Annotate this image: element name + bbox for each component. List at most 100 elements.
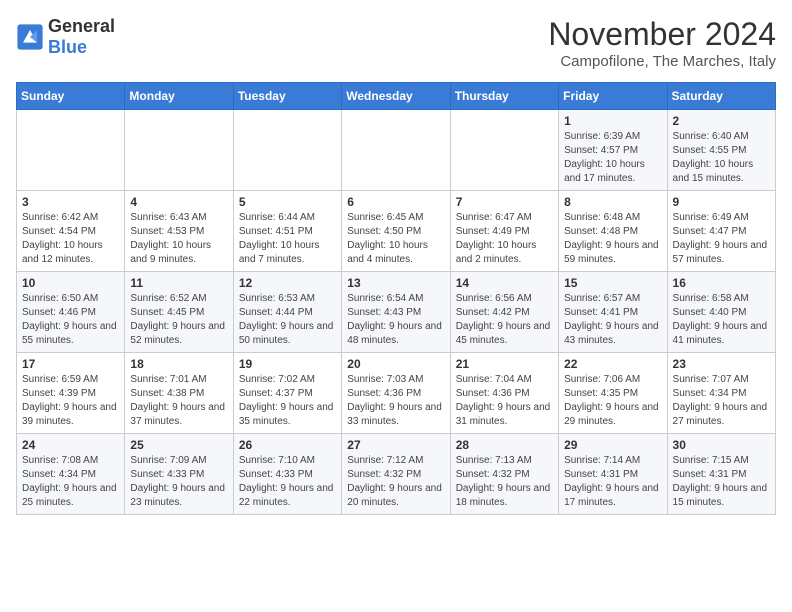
location-subtitle: Campofilone, The Marches, Italy [548, 53, 776, 70]
calendar-cell: 12 Sunrise: 6:53 AM Sunset: 4:44 PM Dayli… [233, 272, 341, 353]
calendar-cell [17, 110, 125, 191]
week-row-3: 10Sunrise: 6:50 AM Sunset: 4:46 PM Dayli… [17, 272, 776, 353]
day-info: Sunrise: 6:43 AM Sunset: 4:53 PM Dayligh… [130, 211, 227, 267]
day-info: Sunrise: 7:13 AM Sunset: 4:32 PM Dayligh… [456, 454, 553, 510]
day-info: Sunrise: 7:08 AM Sunset: 4:34 PM Dayligh… [22, 454, 119, 510]
day-number: 10 [22, 276, 119, 290]
header-row: SundayMondayTuesdayWednesdayThursdayFrid… [17, 83, 776, 110]
day-info: Sunrise: 6:52 AM Sunset: 4:45 PM Dayligh… [130, 292, 227, 348]
calendar-cell: 20Sunrise: 7:03 AM Sunset: 4:36 PM Dayli… [342, 353, 450, 434]
day-number: 26 [239, 438, 336, 452]
day-number: 22 [564, 357, 661, 371]
day-info: Sunrise: 6:53 AM Sunset: 4:44 PM Dayligh… [239, 292, 336, 348]
calendar-cell: 2 Sunrise: 6:40 AM Sunset: 4:55 PM Daylig… [667, 110, 775, 191]
day-number: 8 [564, 195, 661, 209]
day-number: 20 [347, 357, 444, 371]
day-info: Sunrise: 6:47 AM Sunset: 4:49 PM Dayligh… [456, 211, 553, 267]
day-info: Sunrise: 6:45 AM Sunset: 4:50 PM Dayligh… [347, 211, 444, 267]
day-number: 9 [673, 195, 770, 209]
calendar-cell: 30Sunrise: 7:15 AM Sunset: 4:31 PM Dayli… [667, 434, 775, 515]
day-number: 27 [347, 438, 444, 452]
month-title: November 2024 [548, 16, 776, 53]
calendar-cell: 21 Sunrise: 7:04 AM Sunset: 4:36 PM Dayli… [450, 353, 558, 434]
page-header: General Blue November 2024 Campofilone, … [16, 16, 776, 70]
calendar-cell: 22 Sunrise: 7:06 AM Sunset: 4:35 PM Dayli… [559, 353, 667, 434]
calendar-cell: 4 Sunrise: 6:43 AM Sunset: 4:53 PM Daylig… [125, 191, 233, 272]
logo-icon [16, 23, 44, 51]
calendar-cell: 29 Sunrise: 7:14 AM Sunset: 4:31 PM Dayli… [559, 434, 667, 515]
header-day-monday: Monday [125, 83, 233, 110]
day-info: Sunrise: 6:44 AM Sunset: 4:51 PM Dayligh… [239, 211, 336, 267]
day-number: 19 [239, 357, 336, 371]
calendar-cell: 8 Sunrise: 6:48 AM Sunset: 4:48 PM Daylig… [559, 191, 667, 272]
day-number: 5 [239, 195, 336, 209]
day-info: Sunrise: 6:56 AM Sunset: 4:42 PM Dayligh… [456, 292, 553, 348]
calendar-cell: 17Sunrise: 6:59 AM Sunset: 4:39 PM Dayli… [17, 353, 125, 434]
calendar-cell: 7 Sunrise: 6:47 AM Sunset: 4:49 PM Daylig… [450, 191, 558, 272]
day-info: Sunrise: 6:54 AM Sunset: 4:43 PM Dayligh… [347, 292, 444, 348]
day-number: 11 [130, 276, 227, 290]
calendar-cell: 11 Sunrise: 6:52 AM Sunset: 4:45 PM Dayli… [125, 272, 233, 353]
day-info: Sunrise: 6:58 AM Sunset: 4:40 PM Dayligh… [673, 292, 770, 348]
day-number: 4 [130, 195, 227, 209]
calendar-cell: 9Sunrise: 6:49 AM Sunset: 4:47 PM Daylig… [667, 191, 775, 272]
day-number: 23 [673, 357, 770, 371]
day-info: Sunrise: 7:06 AM Sunset: 4:35 PM Dayligh… [564, 373, 661, 429]
day-info: Sunrise: 6:57 AM Sunset: 4:41 PM Dayligh… [564, 292, 661, 348]
day-info: Sunrise: 7:02 AM Sunset: 4:37 PM Dayligh… [239, 373, 336, 429]
header-day-friday: Friday [559, 83, 667, 110]
day-info: Sunrise: 7:01 AM Sunset: 4:38 PM Dayligh… [130, 373, 227, 429]
calendar-cell: 24 Sunrise: 7:08 AM Sunset: 4:34 PM Dayli… [17, 434, 125, 515]
week-row-5: 24 Sunrise: 7:08 AM Sunset: 4:34 PM Dayli… [17, 434, 776, 515]
calendar-cell: 15 Sunrise: 6:57 AM Sunset: 4:41 PM Dayli… [559, 272, 667, 353]
week-row-2: 3Sunrise: 6:42 AM Sunset: 4:54 PM Daylig… [17, 191, 776, 272]
day-number: 7 [456, 195, 553, 209]
week-row-1: 1Sunrise: 6:39 AM Sunset: 4:57 PM Daylig… [17, 110, 776, 191]
calendar-cell: 6Sunrise: 6:45 AM Sunset: 4:50 PM Daylig… [342, 191, 450, 272]
calendar-cell: 13 Sunrise: 6:54 AM Sunset: 4:43 PM Dayli… [342, 272, 450, 353]
week-row-4: 17Sunrise: 6:59 AM Sunset: 4:39 PM Dayli… [17, 353, 776, 434]
title-block: November 2024 Campofilone, The Marches, … [548, 16, 776, 70]
calendar-cell [125, 110, 233, 191]
day-number: 18 [130, 357, 227, 371]
calendar-cell: 28Sunrise: 7:13 AM Sunset: 4:32 PM Dayli… [450, 434, 558, 515]
header-day-sunday: Sunday [17, 83, 125, 110]
day-number: 17 [22, 357, 119, 371]
logo-blue: Blue [48, 37, 87, 57]
calendar-cell: 1Sunrise: 6:39 AM Sunset: 4:57 PM Daylig… [559, 110, 667, 191]
header-day-wednesday: Wednesday [342, 83, 450, 110]
day-info: Sunrise: 7:14 AM Sunset: 4:31 PM Dayligh… [564, 454, 661, 510]
day-info: Sunrise: 7:09 AM Sunset: 4:33 PM Dayligh… [130, 454, 227, 510]
calendar-cell [233, 110, 341, 191]
calendar-cell: 14 Sunrise: 6:56 AM Sunset: 4:42 PM Dayli… [450, 272, 558, 353]
day-number: 1 [564, 114, 661, 128]
day-number: 12 [239, 276, 336, 290]
calendar-cell: 3Sunrise: 6:42 AM Sunset: 4:54 PM Daylig… [17, 191, 125, 272]
day-number: 13 [347, 276, 444, 290]
calendar-cell: 25Sunrise: 7:09 AM Sunset: 4:33 PM Dayli… [125, 434, 233, 515]
day-info: Sunrise: 7:04 AM Sunset: 4:36 PM Dayligh… [456, 373, 553, 429]
day-info: Sunrise: 7:15 AM Sunset: 4:31 PM Dayligh… [673, 454, 770, 510]
header-day-saturday: Saturday [667, 83, 775, 110]
day-number: 24 [22, 438, 119, 452]
calendar-cell: 19 Sunrise: 7:02 AM Sunset: 4:37 PM Dayli… [233, 353, 341, 434]
header-day-tuesday: Tuesday [233, 83, 341, 110]
day-number: 29 [564, 438, 661, 452]
calendar-cell: 16 Sunrise: 6:58 AM Sunset: 4:40 PM Dayli… [667, 272, 775, 353]
logo-general: General [48, 16, 115, 36]
calendar-table: SundayMondayTuesdayWednesdayThursdayFrid… [16, 82, 776, 515]
calendar-cell: 10Sunrise: 6:50 AM Sunset: 4:46 PM Dayli… [17, 272, 125, 353]
day-number: 21 [456, 357, 553, 371]
calendar-cell: 26Sunrise: 7:10 AM Sunset: 4:33 PM Dayli… [233, 434, 341, 515]
day-info: Sunrise: 7:07 AM Sunset: 4:34 PM Dayligh… [673, 373, 770, 429]
day-number: 14 [456, 276, 553, 290]
day-number: 16 [673, 276, 770, 290]
header-day-thursday: Thursday [450, 83, 558, 110]
day-number: 2 [673, 114, 770, 128]
calendar-cell [342, 110, 450, 191]
day-number: 15 [564, 276, 661, 290]
day-info: Sunrise: 6:48 AM Sunset: 4:48 PM Dayligh… [564, 211, 661, 267]
day-info: Sunrise: 6:40 AM Sunset: 4:55 PM Dayligh… [673, 130, 770, 186]
day-info: Sunrise: 6:42 AM Sunset: 4:54 PM Dayligh… [22, 211, 119, 267]
calendar-cell [450, 110, 558, 191]
